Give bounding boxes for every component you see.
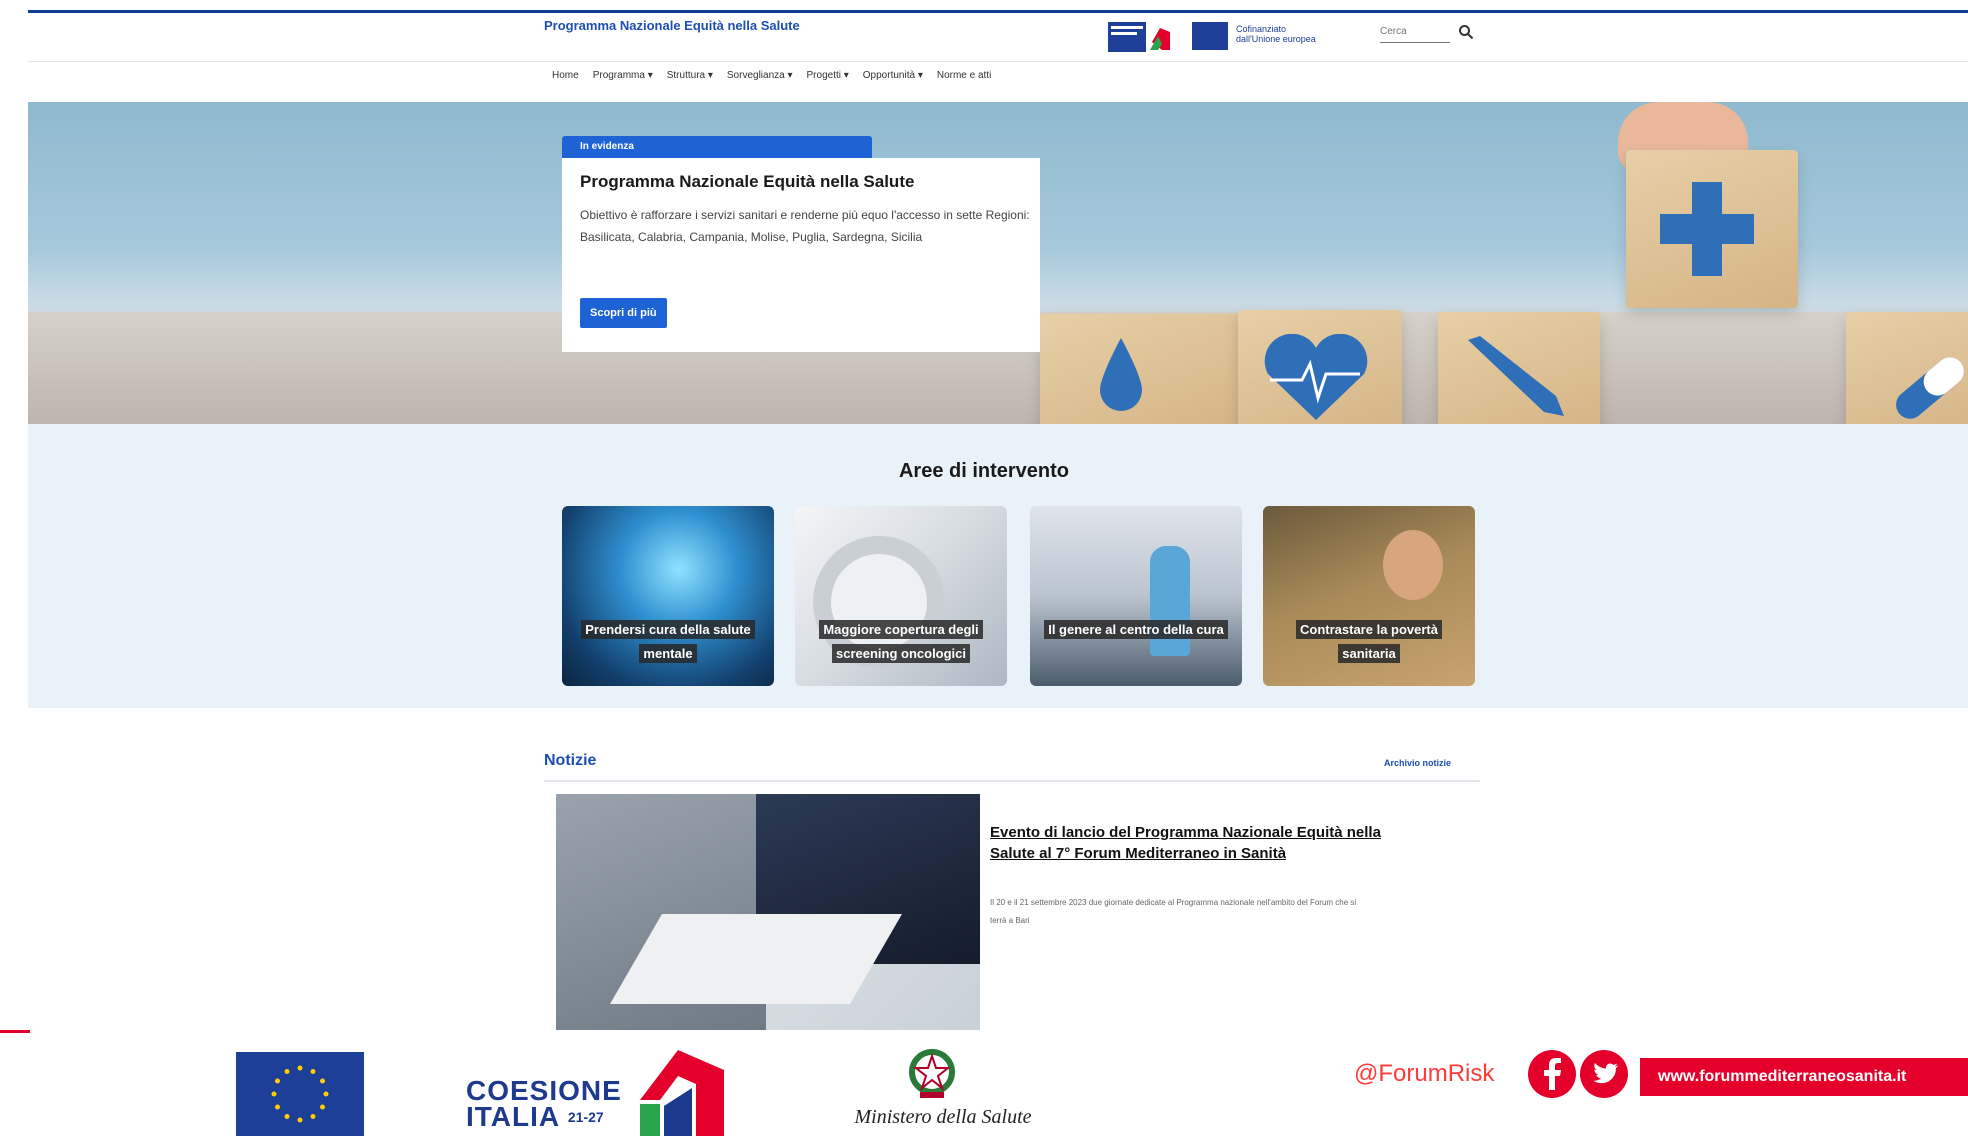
thermometer-icon <box>1468 336 1564 416</box>
ministero-logo-text: Ministero della Salute <box>854 1106 1032 1128</box>
featured-tag: In evidenza <box>562 136 872 158</box>
block-pill <box>1846 312 1968 424</box>
facebook-icon[interactable] <box>1528 1050 1576 1098</box>
top-header <box>28 10 1968 62</box>
drop-icon <box>1100 338 1142 411</box>
search-input[interactable] <box>1380 20 1450 43</box>
news-archive-link[interactable]: Archivio notizie <box>1384 758 1451 768</box>
medical-cross-icon <box>1660 182 1754 276</box>
area-card-mental-health[interactable]: Prendersi cura della salute mentale <box>562 506 774 686</box>
italian-emblem-icon <box>909 1049 955 1098</box>
nav-item-home[interactable]: Home <box>552 70 579 90</box>
area-card-gender[interactable]: Il genere al centro della cura <box>1030 506 1242 686</box>
discover-more-button[interactable]: Scopri di più <box>580 298 667 328</box>
nav-item-sorveglianza[interactable]: Sorveglianza ▾ <box>727 70 793 90</box>
footer-accent-line <box>0 1030 30 1033</box>
nav-item-opportunita[interactable]: Opportunità ▾ <box>863 70 923 90</box>
area-card-poverty[interactable]: Contrastare la povertà sanitaria <box>1263 506 1475 686</box>
main-nav: Home Programma ▾ Struttura ▾ Sorveglianz… <box>552 70 991 90</box>
block-thermometer <box>1438 312 1600 424</box>
nav-item-programma[interactable]: Programma ▾ <box>593 70 653 90</box>
news-image[interactable] <box>556 794 980 1030</box>
forum-handle: @ForumRisk <box>1354 1060 1495 1087</box>
eu-flag-icon <box>236 1052 364 1136</box>
block-heart <box>1238 310 1402 424</box>
site-title[interactable]: Programma Nazionale Equità nella Salute <box>544 18 800 33</box>
coesione-line2: ITALIA 21-27 <box>466 1101 604 1132</box>
areas-title: Aree di intervento <box>898 460 1070 482</box>
person-graphic <box>1383 530 1443 600</box>
search-icon[interactable] <box>1458 24 1474 40</box>
news-title: Notizie <box>544 752 597 769</box>
twitter-icon[interactable] <box>1580 1050 1628 1098</box>
pill-icon <box>1896 357 1964 419</box>
hero-title: Programma Nazionale Equità nella Salute <box>580 172 915 191</box>
block-cross <box>1626 150 1798 308</box>
block-drop <box>1040 314 1240 424</box>
forum-website-link[interactable]: www.forummediterraneosanita.it <box>1640 1058 1968 1096</box>
nav-item-struttura[interactable]: Struttura ▾ <box>667 70 713 90</box>
heart-icon <box>1264 334 1368 420</box>
area-card-screening[interactable]: Maggiore copertura degli screening oncol… <box>795 506 1007 686</box>
coesione-logo-icon <box>1108 22 1170 52</box>
nav-item-progetti[interactable]: Progetti ▾ <box>807 70 849 90</box>
hero-description: Obiettivo è rafforzare i servizi sanitar… <box>580 208 1030 244</box>
coesione-italia-logo-text: COESIONE ITALIA 21-27 <box>466 1077 622 1132</box>
area-card-label: Contrastare la povertà sanitaria <box>1273 618 1465 666</box>
news-headline-link[interactable]: Evento di lancio del Programma Nazionale… <box>990 822 1400 864</box>
eu-flag-icon <box>1192 22 1228 50</box>
area-card-label: Il genere al centro della cura <box>1040 618 1232 642</box>
nav-item-norme[interactable]: Norme e atti <box>937 70 991 90</box>
news-divider <box>544 780 1480 782</box>
hero-card: Programma Nazionale Equità nella Salute … <box>562 158 1040 352</box>
news-excerpt: Il 20 e il 21 settembre 2023 due giornat… <box>990 898 1357 925</box>
area-card-label: Prendersi cura della salute mentale <box>572 618 764 666</box>
laptop-graphic <box>610 914 902 1004</box>
area-card-label: Maggiore copertura degli screening oncol… <box>805 618 997 666</box>
coesione-logo-icon <box>640 1050 724 1136</box>
eu-cofunded-label: Cofinanziato dall'Unione europea <box>1236 24 1316 44</box>
